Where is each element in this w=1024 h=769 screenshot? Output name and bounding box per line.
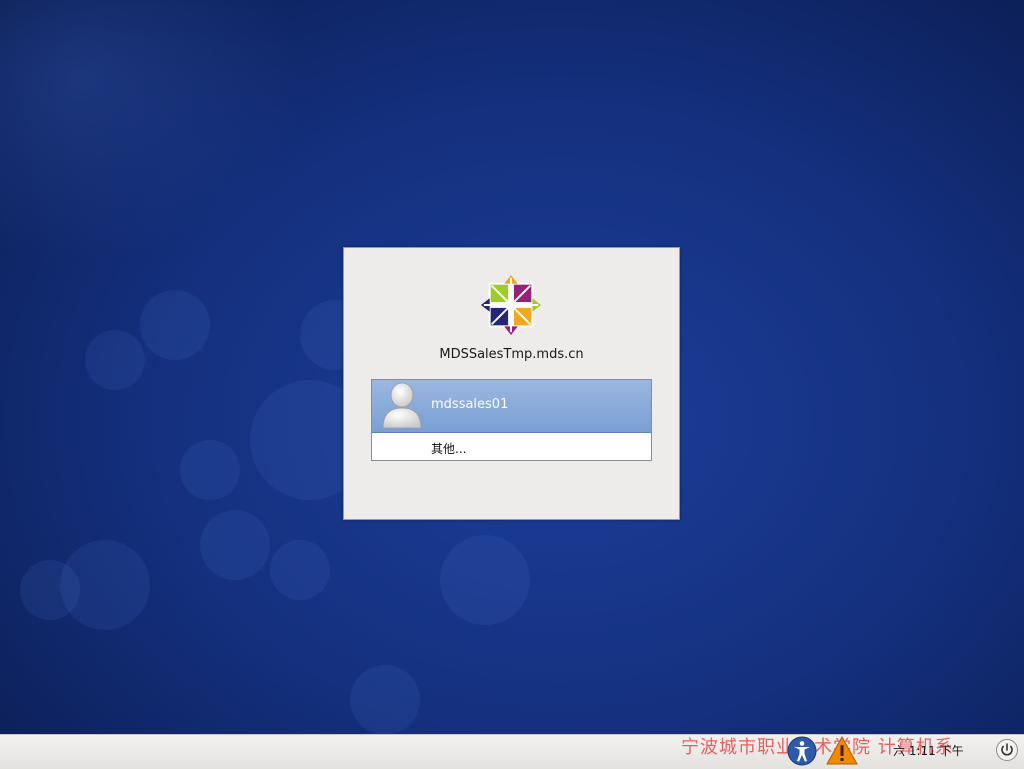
username-label: mdssales01 xyxy=(431,397,509,412)
warning-icon[interactable] xyxy=(826,736,858,766)
power-icon[interactable] xyxy=(995,738,1019,762)
bottom-panel xyxy=(0,734,1024,769)
clock-label[interactable]: 六 1:11 下午 xyxy=(893,742,964,759)
user-list-item[interactable]: mdssales01 xyxy=(372,380,651,433)
other-user-item[interactable]: 其他... xyxy=(372,435,651,460)
other-user-label: 其他... xyxy=(431,442,467,456)
user-avatar-icon xyxy=(382,382,422,429)
login-dialog: MDSSalesTmp.mds.cn mdssales01 其他... xyxy=(343,247,680,520)
user-list: mdssales01 其他... xyxy=(371,379,652,461)
desktop-background: MDSSalesTmp.mds.cn mdssales01 其他... xyxy=(0,0,1024,734)
centos-logo-icon xyxy=(480,274,542,336)
hostname-label: MDSSalesTmp.mds.cn xyxy=(439,347,584,362)
accessibility-icon[interactable] xyxy=(787,736,817,766)
